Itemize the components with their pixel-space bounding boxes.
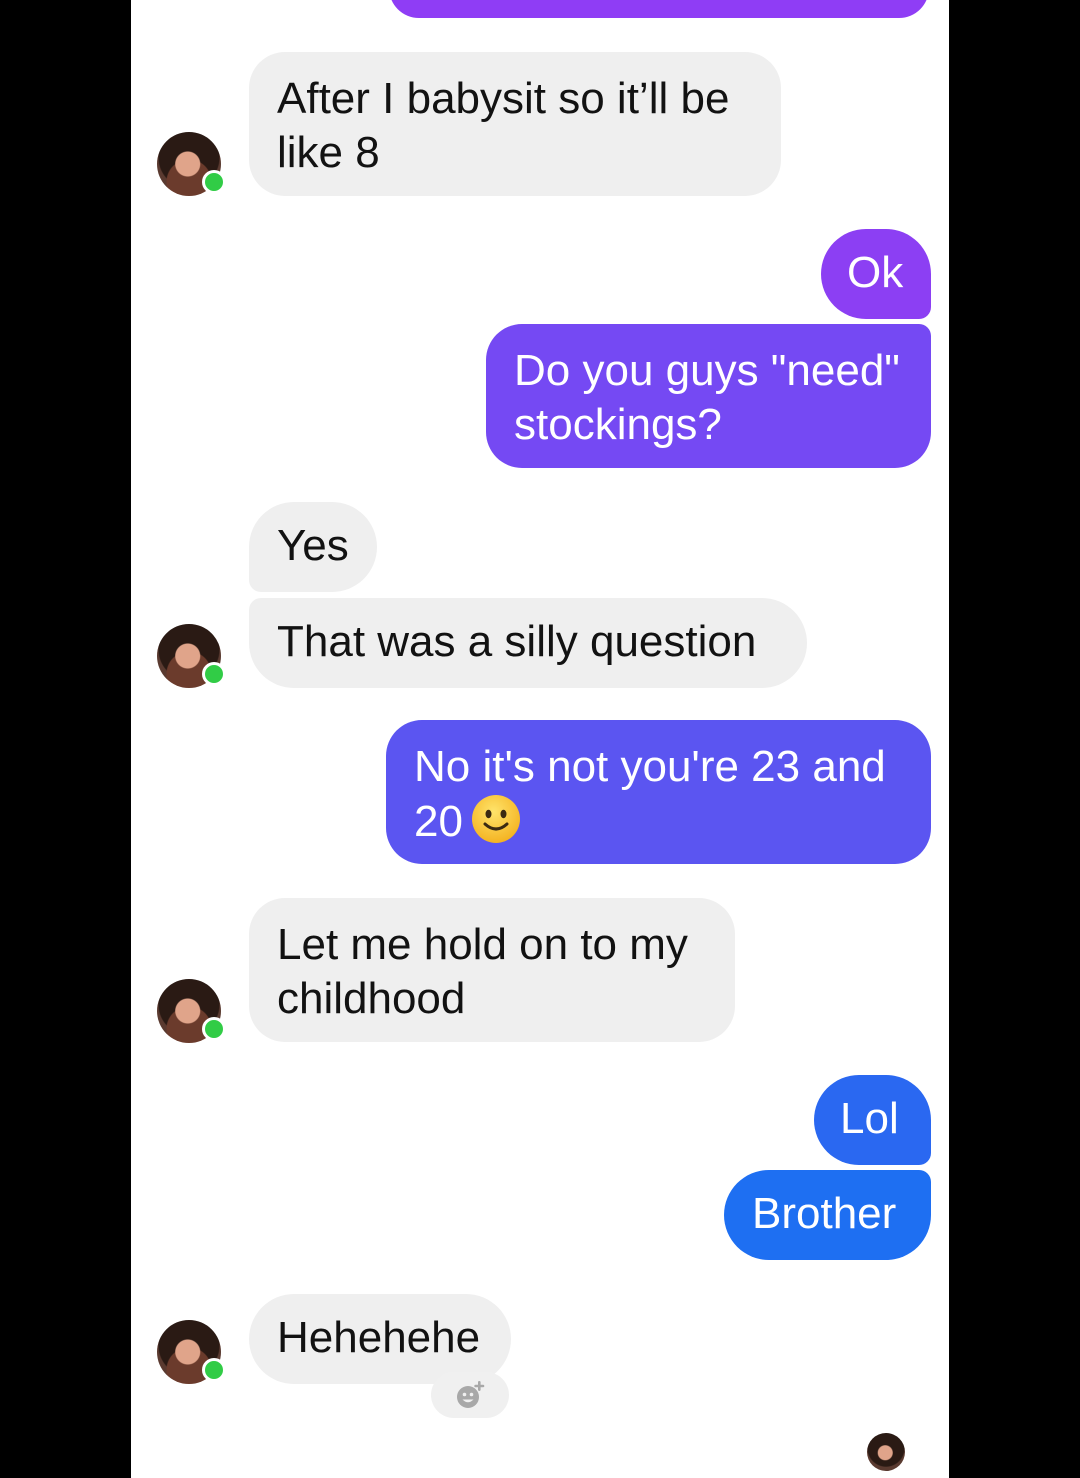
incoming-message[interactable]: Hehehehe <box>249 1294 511 1384</box>
incoming-message[interactable]: Yes <box>249 502 377 592</box>
message-text: Do you guys "need" <box>514 346 900 395</box>
message-text: Ok <box>847 248 904 297</box>
incoming-message[interactable]: Let me hold on to my childhood <box>249 898 735 1042</box>
online-status-dot <box>202 170 226 194</box>
online-status-dot <box>202 1017 226 1041</box>
add-reaction-icon <box>457 1381 485 1408</box>
add-reaction-button[interactable] <box>431 1372 509 1418</box>
message-text: That was a silly question <box>277 617 757 666</box>
message-text: childhood <box>277 974 466 1023</box>
message-text: Hehehehe <box>277 1313 481 1362</box>
outgoing-message[interactable]: Ok <box>821 229 931 319</box>
chat-screen: After I babysit so it’ll be like 8 Ok Do… <box>131 0 949 1478</box>
slightly-smiling-face-icon <box>471 795 520 843</box>
message-text: stockings? <box>514 400 722 449</box>
message-text: After I babysit so it’ll be <box>277 74 730 123</box>
contact-avatar[interactable] <box>157 624 226 688</box>
outgoing-message[interactable]: No it's not you're 23 and 20 <box>386 720 931 864</box>
contact-avatar[interactable] <box>157 1320 226 1384</box>
message-text: 20 <box>414 797 463 846</box>
message-text: No it's not you're 23 and <box>414 742 886 791</box>
incoming-message[interactable]: After I babysit so it’ll be like 8 <box>249 52 781 196</box>
partial-outgoing-bubble[interactable] <box>389 0 929 18</box>
message-text: Yes <box>277 521 349 570</box>
contact-avatar[interactable] <box>157 979 226 1043</box>
message-text: Brother <box>752 1189 897 1238</box>
message-text: Lol <box>840 1094 899 1143</box>
outgoing-message[interactable]: Brother <box>724 1170 931 1260</box>
contact-avatar[interactable] <box>157 132 226 196</box>
outgoing-message[interactable]: Do you guys "need" stockings? <box>486 324 931 468</box>
read-receipt-avatar <box>867 1433 905 1471</box>
message-text: like 8 <box>277 128 380 177</box>
online-status-dot <box>202 1358 226 1382</box>
online-status-dot <box>202 662 226 686</box>
incoming-message[interactable]: That was a silly question <box>249 598 807 688</box>
message-text: Let me hold on to my <box>277 920 688 969</box>
outgoing-message[interactable]: Lol <box>814 1075 931 1165</box>
